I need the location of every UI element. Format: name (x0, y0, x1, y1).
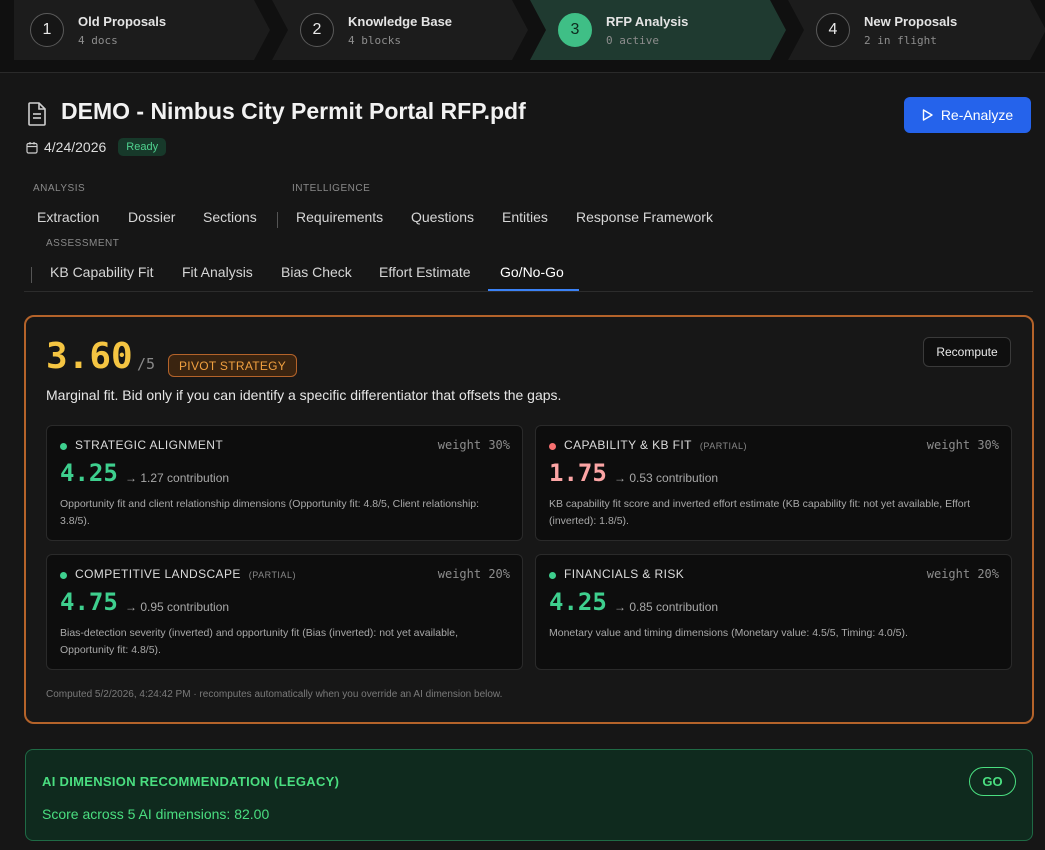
dimension-score: 4.25 (60, 459, 118, 487)
dimension-description: Opportunity fit and client relationship … (60, 498, 480, 527)
calendar-icon (26, 141, 38, 154)
computed-timestamp: Computed 5/2/2026, 4:24:42 PM · recomput… (46, 689, 503, 700)
tab-questions[interactable]: Questions (411, 209, 474, 225)
score-max: /5 (137, 355, 156, 373)
dimension-card-competitive-landscape: COMPETITIVE LANDSCAPE (PARTIAL) weight 20… (46, 554, 523, 670)
step-subtitle: 2 in flight (864, 33, 937, 47)
dimension-weight: weight 20% (926, 567, 999, 581)
step-knowledge-base[interactable]: 2 Knowledge Base 4 blocks (270, 0, 452, 60)
dimension-score: 4.75 (60, 588, 118, 616)
re-analyze-button[interactable]: Re-Analyze (904, 97, 1031, 133)
tab-group-label-analysis: ANALYSIS (33, 183, 86, 194)
partial-tag: (PARTIAL) (699, 441, 748, 451)
legacy-title: AI DIMENSION RECOMMENDATION (LEGACY) (42, 774, 340, 789)
partial-tag: (PARTIAL) (248, 570, 296, 580)
step-new-proposals[interactable]: 4 New Proposals 2 in flight (786, 0, 957, 60)
verdict-badge: PIVOT STRATEGY (168, 354, 298, 377)
tab-requirements[interactable]: Requirements (296, 209, 383, 225)
step-number: 3 (558, 13, 592, 47)
dimension-weight: weight 20% (437, 567, 510, 581)
dimension-contribution: → 0.85 contribution (614, 600, 719, 614)
step-subtitle: 4 blocks (348, 33, 401, 47)
step-subtitle: 0 active (606, 33, 659, 47)
dimension-score: 4.25 (549, 588, 607, 616)
overall-score: 3.60 (46, 336, 133, 377)
document-title: DEMO - Nimbus City Permit Portal RFP.pdf (61, 98, 526, 124)
step-title: Old Proposals (78, 13, 167, 29)
tab-extraction[interactable]: Extraction (37, 209, 99, 225)
status-dot (549, 572, 556, 579)
tab-effort-estimate[interactable]: Effort Estimate (379, 264, 471, 280)
step-rfp-analysis[interactable]: 3 RFP Analysis 0 active (528, 0, 688, 60)
tab-dossier[interactable]: Dossier (128, 209, 175, 225)
tab-group-divider (31, 267, 32, 283)
legacy-score-summary: Score across 5 AI dimensions: 82.00 (42, 806, 270, 822)
tab-response-framework[interactable]: Response Framework (576, 209, 713, 225)
dimension-contribution: → 0.95 contribution (125, 600, 230, 614)
tabs-divider (24, 291, 1033, 292)
tab-group-divider (277, 212, 278, 228)
tab-kb-capability-fit[interactable]: KB Capability Fit (50, 264, 153, 280)
step-subtitle: 4 docs (78, 33, 118, 47)
step-old-proposals[interactable]: 1 Old Proposals 4 docs (0, 0, 166, 60)
dimension-score: 1.75 (549, 459, 607, 487)
dimension-card-strategic-alignment: STRATEGIC ALIGNMENT weight 30% 4.25 → 1.… (46, 425, 523, 541)
dimension-name: COMPETITIVE LANDSCAPE (PARTIAL) (75, 567, 296, 581)
tab-sections[interactable]: Sections (203, 209, 257, 225)
recompute-button[interactable]: Recompute (923, 337, 1011, 367)
tab-group-label-intelligence: INTELLIGENCE (292, 183, 371, 194)
re-analyze-label: Re-Analyze (940, 107, 1014, 123)
document-date: 4/24/2026 (44, 139, 107, 155)
dimension-description: KB capability fit score and inverted eff… (549, 498, 970, 527)
active-tab-indicator (488, 289, 579, 291)
status-badge: Ready (118, 138, 167, 156)
status-dot (60, 572, 67, 579)
status-dot (60, 443, 67, 450)
dimension-name: FINANCIALS & RISK (564, 567, 685, 581)
status-dot (549, 443, 556, 450)
play-icon (922, 109, 933, 121)
dimension-name: STRATEGIC ALIGNMENT (75, 438, 224, 452)
dimension-card-financials-risk: FINANCIALS & RISK weight 20% 4.25 → 0.85… (535, 554, 1012, 670)
document-meta: 4/24/2026 Ready (26, 138, 167, 156)
document-icon (28, 102, 46, 126)
tab-bias-check[interactable]: Bias Check (281, 264, 352, 280)
step-number: 1 (30, 13, 64, 47)
legacy-recommendation-panel (25, 749, 1033, 841)
dimension-weight: weight 30% (926, 438, 999, 452)
dimension-contribution: → 0.53 contribution (614, 471, 719, 485)
workflow-stepper: 1 Old Proposals 4 docs 2 Knowledge Base … (0, 0, 1045, 73)
dimension-contribution: → 1.27 contribution (125, 471, 230, 485)
dimension-description: Bias-detection severity (inverted) and o… (60, 627, 459, 656)
step-title: Knowledge Base (348, 13, 453, 29)
tab-entities[interactable]: Entities (502, 209, 548, 225)
dimension-card-capability-kb-fit: CAPABILITY & KB FIT (PARTIAL) weight 30% … (535, 425, 1012, 541)
dimension-weight: weight 30% (437, 438, 510, 452)
tab-fit-analysis[interactable]: Fit Analysis (182, 264, 253, 280)
dimension-name: CAPABILITY & KB FIT (PARTIAL) (564, 438, 748, 452)
dimension-description: Monetary value and timing dimensions (Mo… (549, 627, 908, 639)
tab-go-no-go[interactable]: Go/No-Go (500, 264, 564, 280)
step-number: 4 (816, 13, 850, 47)
verdict-summary: Marginal fit. Bid only if you can identi… (46, 387, 562, 403)
step-title: RFP Analysis (606, 13, 689, 29)
step-title: New Proposals (864, 13, 958, 29)
tab-group-label-assessment: ASSESSMENT (46, 238, 120, 249)
go-badge: GO (969, 767, 1016, 796)
step-number: 2 (300, 13, 334, 47)
